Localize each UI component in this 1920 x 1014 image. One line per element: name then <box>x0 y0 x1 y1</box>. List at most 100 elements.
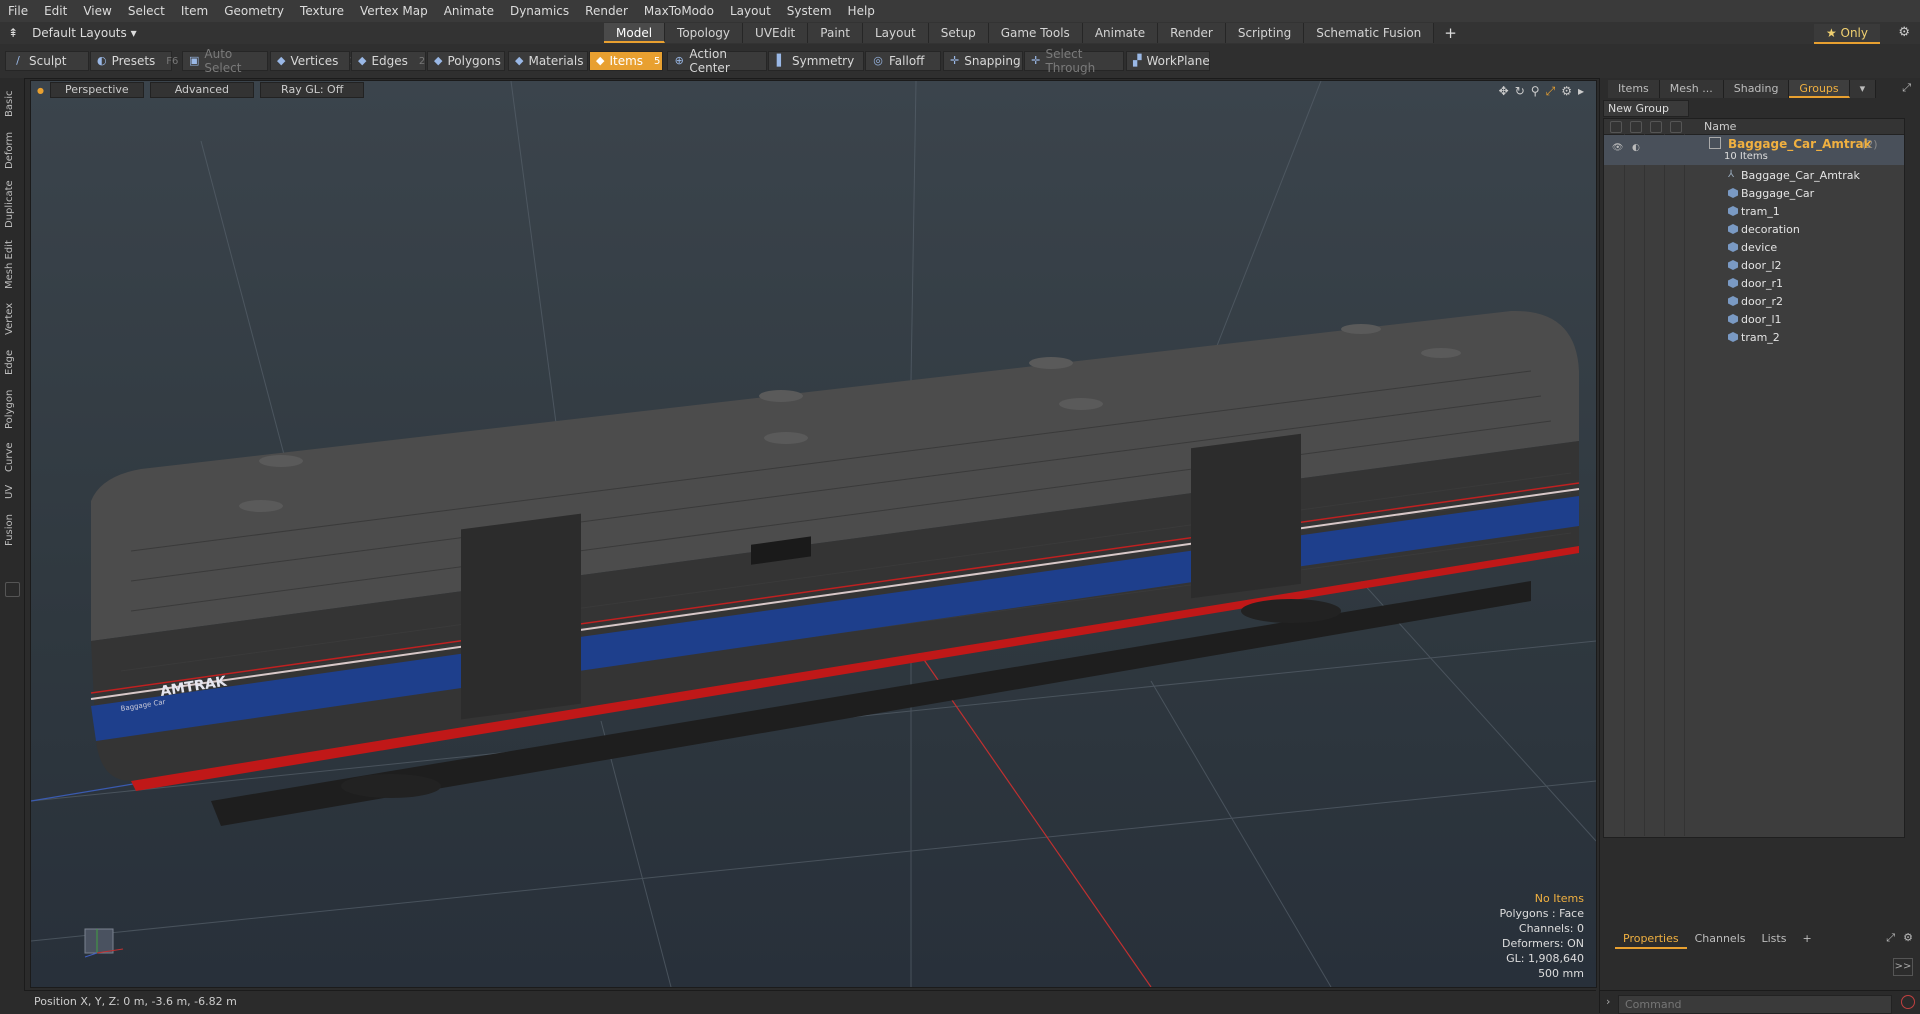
list-item[interactable]: decoration <box>1604 221 1904 239</box>
status-bar: Position X, Y, Z: 0 m, -3.6 m, -6.82 m <box>24 990 1596 1014</box>
add-tab-icon[interactable]: + <box>1434 23 1467 43</box>
symmetry-button[interactable]: ▌ Symmetry <box>768 51 864 71</box>
presets-button[interactable]: ◐ Presets F6 <box>90 51 178 71</box>
falloff-icon: ◎ <box>873 54 883 67</box>
eye-icon[interactable]: 👁 <box>1612 143 1623 153</box>
gear-icon[interactable]: ⚙ <box>1898 25 1910 40</box>
polygons-icon: ◆ <box>434 54 443 67</box>
workplane-button[interactable]: ▞ WorkPlane <box>1126 51 1210 71</box>
vtab-basic[interactable]: Basic <box>4 84 20 124</box>
expand-arrow-button[interactable]: >> <box>1893 958 1913 976</box>
tab-animate[interactable]: Animate <box>1082 23 1159 43</box>
tab-game-tools[interactable]: Game Tools <box>988 23 1083 43</box>
falloff-button[interactable]: ◎ Falloff <box>865 51 941 71</box>
tab-properties[interactable]: Properties <box>1615 931 1687 949</box>
menu-geometry[interactable]: Geometry <box>216 0 292 22</box>
tab-items[interactable]: Items <box>1608 80 1660 98</box>
tab-layout[interactable]: Layout <box>862 23 929 43</box>
properties-gear-icon[interactable]: ⚙ <box>1903 931 1913 944</box>
vtab-mesh-edit[interactable]: Mesh Edit <box>4 236 20 294</box>
vtab-uv[interactable]: UV <box>4 480 20 504</box>
menu-bar: File Edit View Select Item Geometry Text… <box>0 0 1920 22</box>
menu-system[interactable]: System <box>779 0 840 22</box>
tab-uvedit[interactable]: UVEdit <box>743 23 809 43</box>
layout-dropdown[interactable]: Default Layouts ▾ <box>32 26 137 40</box>
command-input[interactable] <box>1618 995 1892 1014</box>
materials-button[interactable]: ◆ Materials <box>508 51 588 71</box>
list-item[interactable]: Baggage_Car <box>1604 185 1904 203</box>
vertices-button[interactable]: ◆ Vertices 1 <box>270 51 356 71</box>
command-prompt-icon: › <box>1606 995 1611 1008</box>
vtab-curve[interactable]: Curve <box>4 438 20 476</box>
list-item[interactable]: door_r1 <box>1604 275 1904 293</box>
layout-lock-icon[interactable]: ⇞ <box>8 26 18 40</box>
menu-render[interactable]: Render <box>577 0 636 22</box>
tab-schematic-fusion[interactable]: Schematic Fusion <box>1304 23 1435 43</box>
auto-select-button[interactable]: ▣ Auto Select <box>182 47 268 75</box>
polygons-button[interactable]: ◆ Polygons <box>427 51 505 71</box>
menu-item[interactable]: Item <box>173 0 216 22</box>
list-item[interactable]: ⅄ Baggage_Car_Amtrak <box>1604 167 1904 185</box>
visibility-column-icon[interactable] <box>1610 121 1622 133</box>
menu-layout[interactable]: Layout <box>722 0 779 22</box>
tab-channels[interactable]: Channels <box>1687 931 1754 949</box>
menu-animate[interactable]: Animate <box>436 0 502 22</box>
menu-maxtomodo[interactable]: MaxToModo <box>636 0 722 22</box>
items-button[interactable]: ◆ Items 5 <box>589 51 663 71</box>
tab-lists[interactable]: Lists <box>1754 931 1795 949</box>
vtab-fusion[interactable]: Fusion <box>4 508 20 552</box>
record-icon[interactable] <box>1901 995 1915 1009</box>
tab-render[interactable]: Render <box>1158 23 1226 43</box>
scene-info: No Items Polygons : Face Channels: 0 Def… <box>1499 891 1584 981</box>
panel-toggle-icon[interactable] <box>5 582 20 597</box>
tab-groups[interactable]: Groups <box>1789 80 1850 98</box>
tab-topology[interactable]: Topology <box>665 23 744 43</box>
vtab-vertex[interactable]: Vertex <box>4 298 20 340</box>
menu-select[interactable]: Select <box>120 0 173 22</box>
menu-file[interactable]: File <box>0 0 36 22</box>
action-center-button[interactable]: ⊕ Action Center <box>667 47 767 75</box>
sculpt-button[interactable]: / Sculpt <box>5 51 89 71</box>
expand-panel-icon[interactable]: ⤢ <box>1902 81 1911 95</box>
list-item[interactable]: door_l2 <box>1604 257 1904 275</box>
list-item[interactable]: tram_1 <box>1604 203 1904 221</box>
lock-column-icon[interactable] <box>1650 121 1662 133</box>
select-column-icon[interactable] <box>1670 121 1682 133</box>
3d-viewport[interactable]: ● Perspective Advanced Ray GL: Off ✥ ↻ ⚲… <box>30 80 1597 988</box>
edges-button[interactable]: ◆ Edges 2 <box>351 51 426 71</box>
group-row-selected[interactable]: 👁 ◐ Baggage_Car_Amtrak (2) 10 Items <box>1604 135 1904 165</box>
select-through-button[interactable]: ✛ Select Through <box>1024 47 1124 75</box>
tab-scripting[interactable]: Scripting <box>1225 23 1305 43</box>
menu-help[interactable]: Help <box>840 0 883 22</box>
tab-shading[interactable]: Shading <box>1723 80 1790 98</box>
list-item[interactable]: door_l1 <box>1604 311 1904 329</box>
list-item[interactable]: tram_2 <box>1604 329 1904 347</box>
render-column-icon[interactable] <box>1630 121 1642 133</box>
tab-mesh[interactable]: Mesh ... <box>1659 80 1724 98</box>
expand-properties-icon[interactable]: ⤢ <box>1886 931 1895 945</box>
vtab-deform[interactable]: Deform <box>4 128 20 172</box>
tabs-dropdown-icon[interactable]: ▾ <box>1849 80 1877 98</box>
scene-render: AMTRAK Baggage Car <box>31 81 1596 987</box>
menu-texture[interactable]: Texture <box>292 0 352 22</box>
group-icon <box>1709 137 1721 149</box>
list-item[interactable]: door_r2 <box>1604 293 1904 311</box>
menu-edit[interactable]: Edit <box>36 0 75 22</box>
tab-setup[interactable]: Setup <box>928 23 989 43</box>
new-group-button[interactable]: New Group <box>1603 100 1689 117</box>
menu-view[interactable]: View <box>75 0 119 22</box>
tab-paint[interactable]: Paint <box>808 23 863 43</box>
info-scale: 500 mm <box>1538 967 1584 980</box>
render-icon[interactable]: ◐ <box>1632 143 1640 153</box>
snapping-button[interactable]: ✛ Snapping <box>943 51 1023 71</box>
only-toggle[interactable]: ★ Only <box>1813 24 1880 44</box>
vtab-edge[interactable]: Edge <box>4 344 20 380</box>
list-item[interactable]: device <box>1604 239 1904 257</box>
menu-vertex-map[interactable]: Vertex Map <box>352 0 436 22</box>
tab-model[interactable]: Model <box>604 23 666 43</box>
menu-dynamics[interactable]: Dynamics <box>502 0 577 22</box>
mesh-icon <box>1728 332 1738 342</box>
vtab-duplicate[interactable]: Duplicate <box>4 176 20 232</box>
add-properties-tab-icon[interactable]: + <box>1794 931 1819 949</box>
vtab-polygon[interactable]: Polygon <box>4 384 20 434</box>
